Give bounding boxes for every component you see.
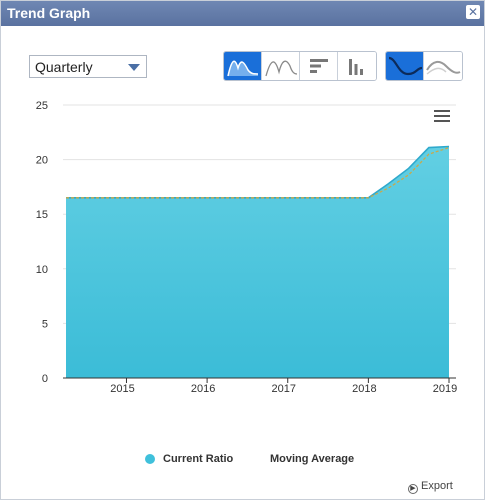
close-icon: ✕ xyxy=(467,5,479,19)
y-tick-label: 5 xyxy=(42,318,48,330)
column-chart-button[interactable] xyxy=(338,52,376,80)
trend-chart: 0 5 10 15 20 25 2015 2016 2017 2018 2019 xyxy=(36,100,457,395)
column-chart-icon xyxy=(349,59,363,75)
line-chart-icon xyxy=(265,60,298,77)
trend-graph-dialog: Trend Graph ✕ Quarterly 0 5 10 15 20 25 … xyxy=(0,0,485,500)
x-tick-label: 2017 xyxy=(271,383,295,395)
period-select-value: Quarterly xyxy=(35,59,93,75)
export-button[interactable]: ▶ Export xyxy=(408,480,453,494)
smooth-curve-icon xyxy=(388,56,423,76)
y-tick-label: 15 xyxy=(36,209,48,221)
smooth-curve-button[interactable] xyxy=(386,52,424,80)
smoothing-toggle xyxy=(385,51,463,81)
title-bar: Trend Graph ✕ xyxy=(1,1,484,26)
horizontal-bar-button[interactable] xyxy=(300,52,338,80)
legend-item-moving-average[interactable]: Moving Average xyxy=(270,453,354,465)
legend-label-moving-average: Moving Average xyxy=(270,453,355,465)
x-tick-label: 2018 xyxy=(352,383,376,395)
x-tick-label: 2019 xyxy=(433,383,457,395)
x-tick-label: 2016 xyxy=(191,383,215,395)
chart-legend: Current Ratio Moving Average xyxy=(1,453,485,469)
export-label: Export xyxy=(421,480,453,492)
horizontal-bar-chart-icon xyxy=(310,59,328,73)
close-button[interactable]: ✕ xyxy=(466,5,480,19)
area-chart-icon xyxy=(227,60,259,77)
chart-menu-icon[interactable] xyxy=(434,110,450,122)
y-tick-label: 20 xyxy=(36,155,48,167)
legend-marker-current-ratio xyxy=(145,454,155,464)
smooth-curve-alt-icon xyxy=(426,60,461,75)
window-title: Trend Graph xyxy=(7,5,91,21)
x-tick-label: 2015 xyxy=(110,383,134,395)
y-tick-label: 0 xyxy=(42,373,48,385)
legend-label-current-ratio: Current Ratio xyxy=(163,453,234,465)
line-chart-button[interactable] xyxy=(262,52,300,80)
y-tick-label: 10 xyxy=(36,264,48,276)
period-select[interactable]: Quarterly xyxy=(29,55,147,78)
chart-type-toggle xyxy=(223,51,377,81)
smooth-curve-alt-button[interactable] xyxy=(424,52,462,80)
chevron-down-icon xyxy=(128,64,140,71)
y-tick-label: 25 xyxy=(36,100,48,112)
export-icon: ▶ xyxy=(408,484,418,494)
area-chart-button[interactable] xyxy=(224,52,262,80)
